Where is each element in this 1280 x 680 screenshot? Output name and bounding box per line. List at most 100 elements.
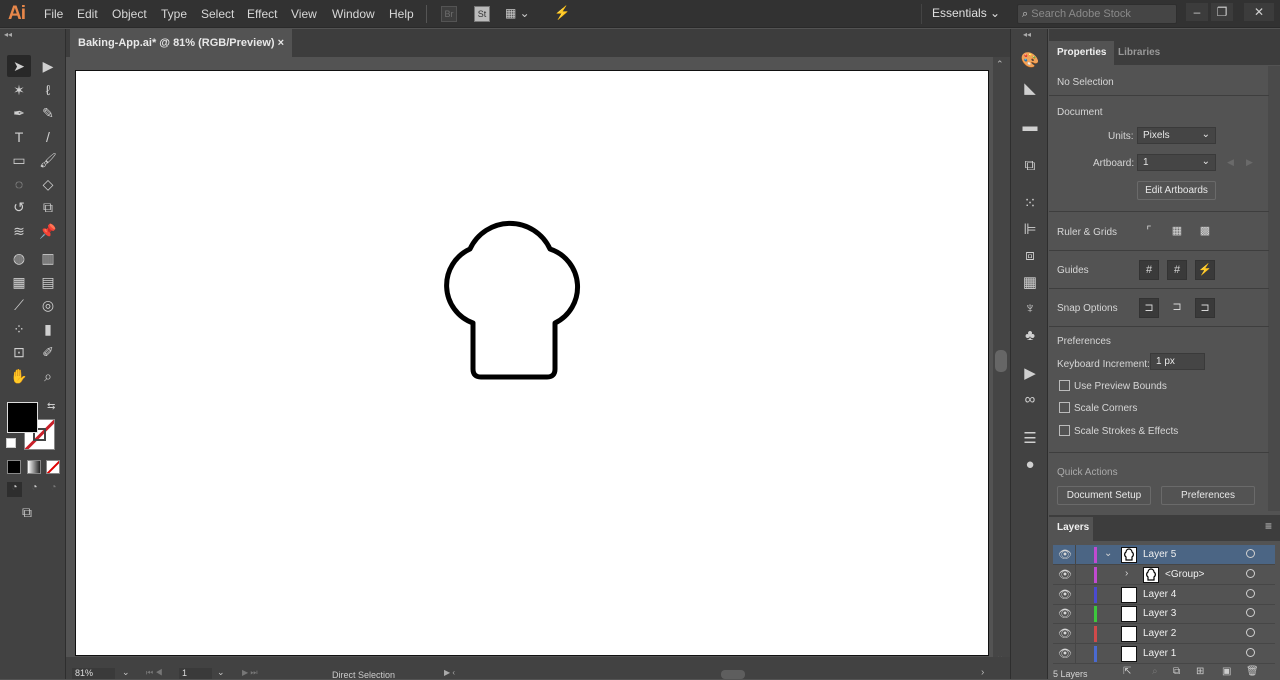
visibility-eye-icon[interactable]: 👁 [1058, 588, 1072, 601]
swap-colors-icon[interactable]: ⇆ [47, 401, 55, 412]
workspace-switcher[interactable]: Essentials ⌄ [932, 6, 1000, 20]
arrange-documents-icon[interactable]: ▦ ⌄ [505, 6, 530, 20]
properties-scrollbar[interactable] [1268, 66, 1280, 511]
grid-icon[interactable]: ▦ [1167, 222, 1187, 242]
tab-properties[interactable]: Properties [1049, 41, 1115, 65]
menu-window[interactable]: Window [332, 7, 375, 21]
lock-guides-icon[interactable]: # [1167, 260, 1187, 280]
layer-row[interactable]: 👁 Layer 1 [1053, 644, 1275, 664]
blend-tool[interactable]: ◎ [36, 294, 60, 316]
close-window-button[interactable]: ✕ [1244, 3, 1274, 21]
gradient-panel-icon[interactable]: ▬ [1011, 115, 1049, 139]
layer-row[interactable]: 👁 Layer 3 [1053, 604, 1275, 625]
puppet-warp-tool[interactable]: 📌 [36, 220, 60, 242]
layer-target-icon[interactable] [1246, 628, 1255, 638]
none-mode-icon[interactable] [46, 460, 60, 474]
document-setup-button[interactable]: Document Setup [1057, 486, 1151, 505]
ruler-icon[interactable]: ⌜ [1139, 222, 1159, 242]
fill-swatch[interactable] [7, 402, 38, 433]
swatches-icon[interactable]: ▦ [1011, 271, 1049, 295]
units-dropdown[interactable]: Pixels ⌄ [1137, 127, 1216, 144]
tab-libraries[interactable]: Libraries [1110, 41, 1168, 65]
clipping-mask-icon[interactable]: ⧉ [1173, 666, 1180, 677]
draw-behind-icon[interactable]: ◔ [27, 482, 42, 497]
default-colors-icon[interactable] [6, 438, 16, 448]
artboard-navigation-field[interactable]: 1 [179, 668, 212, 679]
use-preview-bounds-checkbox[interactable] [1059, 380, 1070, 391]
paintbrush-tool[interactable]: 🖌 [36, 149, 60, 171]
artboard-dropdown-icon[interactable]: ⌄ [217, 667, 225, 678]
stock-search-input[interactable]: ⌕ Search Adobe Stock [1017, 4, 1177, 24]
collapse-dock-icon[interactable]: ◂◂ [1023, 30, 1031, 39]
first-artboard-icon[interactable]: ⏮ ◀ [146, 668, 163, 678]
vertical-scrollbar[interactable]: ⌃ ⌄ [993, 57, 1010, 661]
keyboard-increment-input[interactable]: 1 px [1150, 353, 1205, 370]
eyedropper-tool[interactable]: ⟋ [7, 294, 31, 316]
delete-layer-icon[interactable]: 🗑 [1246, 666, 1259, 677]
align-panel-icon[interactable]: ⁙ [1011, 192, 1049, 216]
color-guide-icon[interactable]: ◣ [1011, 77, 1049, 101]
new-sublayer-icon[interactable]: ⊞ [1196, 666, 1204, 677]
selection-tool[interactable]: ➤ [7, 55, 31, 77]
zoom-dropdown-icon[interactable]: ⌄ [122, 667, 130, 678]
edit-artboards-button[interactable]: Edit Artboards [1137, 181, 1216, 200]
document-tab[interactable]: Baking-App.ai* @ 81% (RGB/Preview) × [70, 29, 292, 57]
perspective-grid-tool[interactable]: ▥ [36, 247, 60, 269]
menu-select[interactable]: Select [201, 7, 234, 21]
scroll-up-icon[interactable]: ⌃ [996, 59, 1004, 70]
column-graph-tool[interactable]: ▮ [36, 318, 60, 340]
menu-file[interactable]: File [44, 7, 63, 21]
lock-column[interactable] [1075, 644, 1076, 664]
visibility-eye-icon[interactable]: 👁 [1058, 568, 1072, 581]
type-tool[interactable]: T [7, 126, 31, 148]
gradient-mode-icon[interactable] [27, 460, 41, 474]
links-icon[interactable]: ∞ [1011, 388, 1049, 412]
lock-column[interactable] [1075, 604, 1076, 625]
show-guides-icon[interactable]: # [1139, 260, 1159, 280]
minimize-button[interactable]: ‒ [1186, 3, 1208, 21]
tab-layers[interactable]: Layers [1049, 517, 1093, 541]
change-screen-mode-icon[interactable]: ⧉ [22, 504, 32, 521]
snap-to-pixel-icon[interactable]: ⊐ [1195, 298, 1215, 318]
mesh-tool[interactable]: ▦ [7, 271, 31, 293]
locate-object-icon[interactable]: ⌕ [1152, 666, 1158, 677]
layer-row[interactable]: 👁 Layer 2 [1053, 624, 1275, 645]
align-left-icon[interactable]: ⊫ [1011, 218, 1049, 242]
layer-row[interactable]: 👁 ⌄ Layer 5 [1053, 545, 1275, 565]
preferences-button[interactable]: Preferences [1161, 486, 1255, 505]
menu-help[interactable]: Help [389, 7, 414, 21]
brushes-icon[interactable]: ♆ [1011, 297, 1049, 321]
snap-to-point-icon[interactable]: ⊐ [1139, 298, 1159, 318]
artboard-dropdown[interactable]: 1 ⌄ [1137, 154, 1216, 171]
appearance-icon[interactable]: ● [1011, 453, 1049, 477]
gradient-tool[interactable]: ▤ [36, 271, 60, 293]
restore-button[interactable]: ❐ [1211, 3, 1233, 21]
next-artboard-icon[interactable]: ▶ ⏭ [242, 668, 258, 678]
layer-row[interactable]: 👁 Layer 4 [1053, 584, 1275, 605]
pen-tool[interactable]: ✒ [7, 102, 31, 124]
lock-column[interactable] [1075, 545, 1076, 565]
previous-artboard-icon[interactable]: ◀ [1227, 157, 1234, 168]
direct-selection-tool[interactable]: ▶ [36, 55, 60, 77]
status-menu-icon[interactable]: ▶ ‹ [444, 668, 455, 677]
layer-target-icon[interactable] [1246, 568, 1255, 578]
layer-row[interactable]: 👁 › <Group> [1053, 564, 1275, 585]
new-layer-icon[interactable]: ▣ [1222, 666, 1231, 677]
layer-target-icon[interactable] [1246, 648, 1255, 657]
next-artboard-icon[interactable]: ▶ [1246, 157, 1253, 168]
menu-type[interactable]: Type [161, 7, 187, 21]
rotate-tool[interactable]: ↺ [7, 196, 31, 218]
stroke-panel-icon[interactable]: ☰ [1011, 427, 1049, 451]
symbol-sprayer-tool[interactable]: ⁘ [7, 318, 31, 340]
chevron-down-icon[interactable]: ⌄ [1104, 548, 1112, 559]
menu-effect[interactable]: Effect [247, 7, 277, 21]
pathfinder-icon[interactable]: ⧈ [1011, 244, 1049, 268]
lasso-tool[interactable]: ℓ [36, 79, 60, 101]
color-palette-icon[interactable]: 🎨 [1011, 49, 1049, 73]
line-tool[interactable]: / [36, 126, 60, 148]
curvature-tool[interactable]: ✎ [36, 102, 60, 124]
visibility-eye-icon[interactable]: 👁 [1058, 548, 1072, 561]
close-tab-icon[interactable]: × [278, 37, 284, 49]
magic-wand-tool[interactable]: ✶ [7, 79, 31, 101]
symbols-icon[interactable]: ♣ [1011, 324, 1049, 348]
